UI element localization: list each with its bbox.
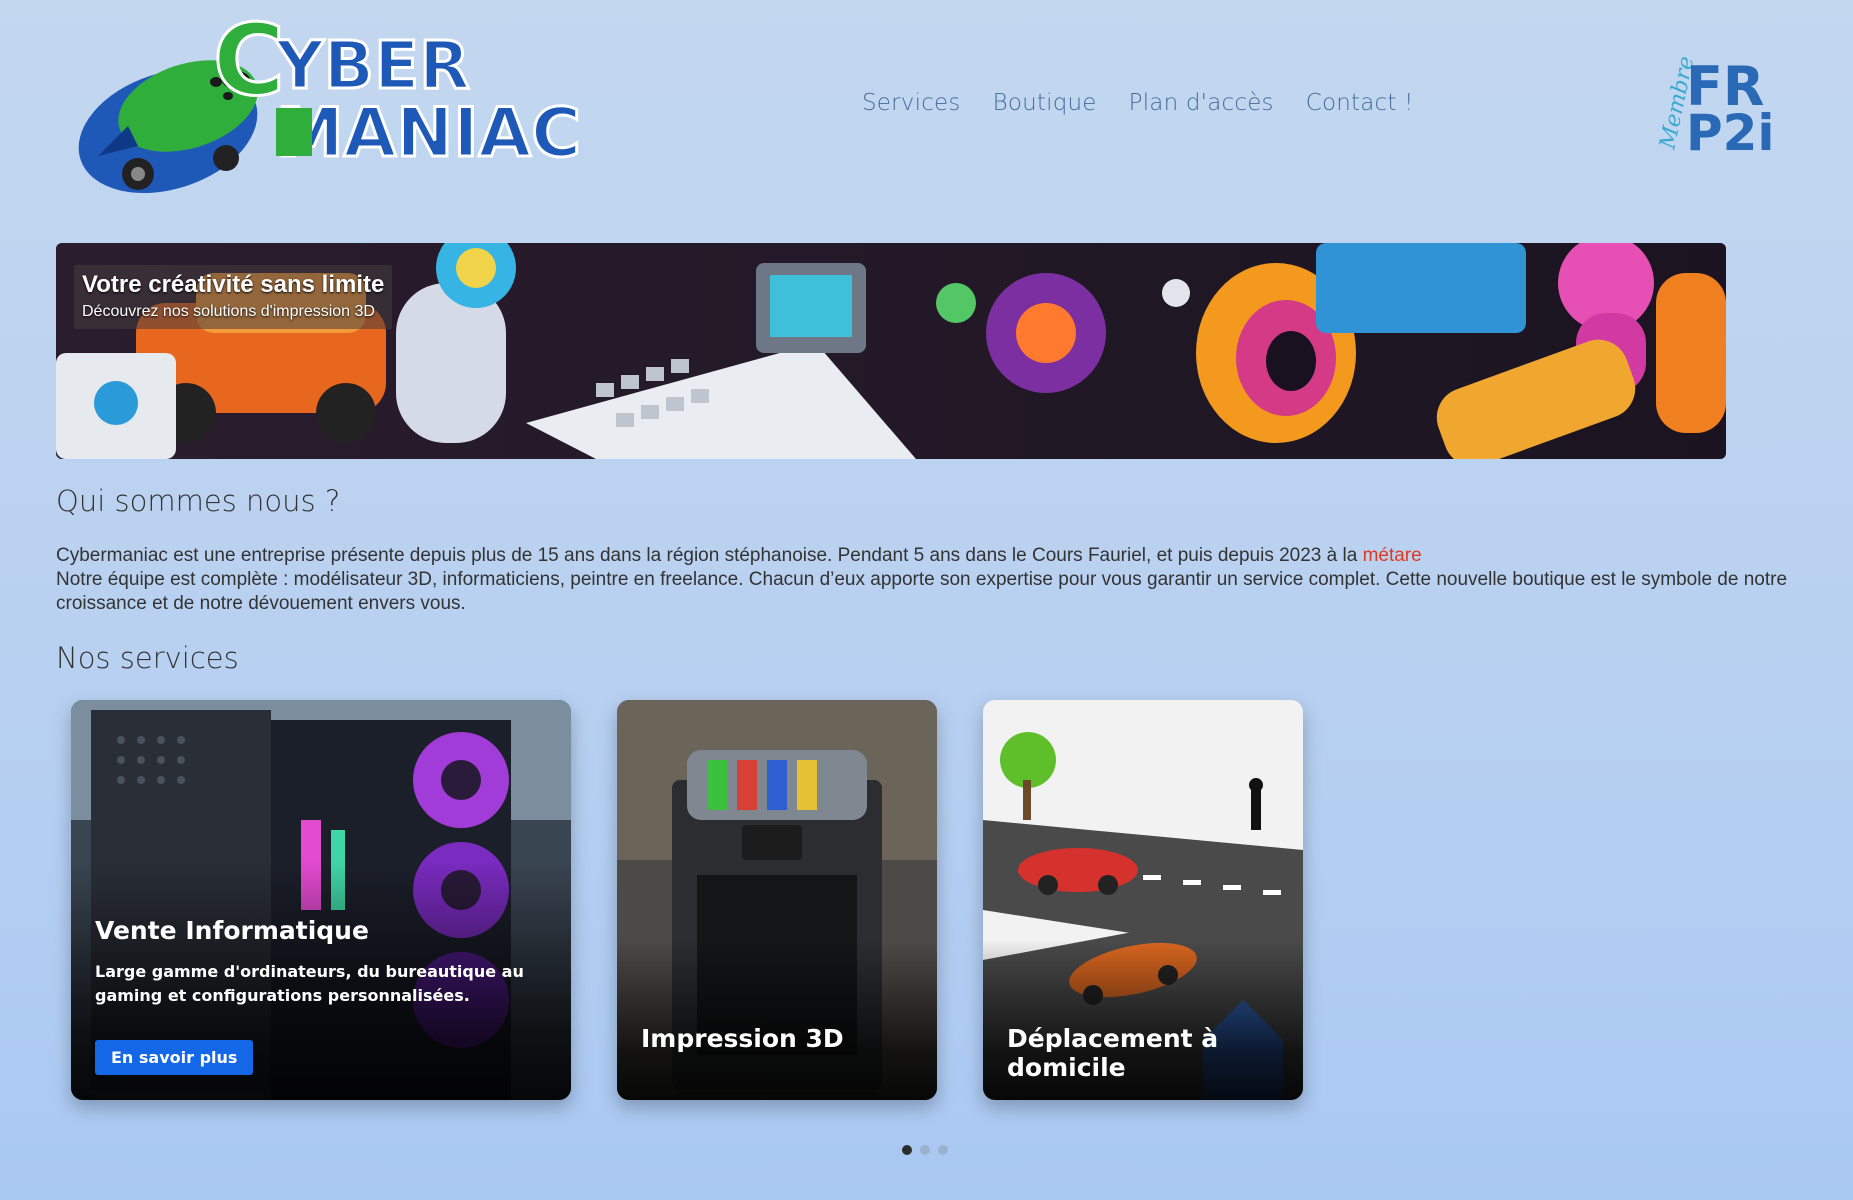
card-title: Vente Informatique xyxy=(95,916,369,945)
service-card-deplacement-domicile[interactable]: Déplacement à domicile xyxy=(983,700,1303,1100)
service-card-vente-informatique[interactable]: Vente Informatique Large gamme d'ordinat… xyxy=(71,700,571,1100)
services-heading: Nos services xyxy=(56,641,239,675)
site-logo[interactable]: C YBER MANIAC xyxy=(58,3,618,206)
card-description: Large gamme d'ordinateurs, du bureautiqu… xyxy=(95,962,524,1005)
carousel-dot-2[interactable] xyxy=(920,1145,930,1155)
carousel-dot-1[interactable] xyxy=(902,1145,912,1155)
nav-services[interactable]: Services xyxy=(862,90,961,116)
carousel-pagination xyxy=(902,1145,948,1155)
learn-more-button[interactable]: En savoir plus xyxy=(95,1040,254,1075)
badge-p2i-text: P2i xyxy=(1686,104,1775,160)
card-shade xyxy=(617,940,937,1100)
card-title: Déplacement à domicile xyxy=(1007,1024,1219,1082)
carousel-dot-3[interactable] xyxy=(938,1145,948,1155)
hero-caption: Votre créativité sans limite Découvrez n… xyxy=(74,265,393,329)
card-title: Impression 3D xyxy=(641,1024,844,1053)
hero-banner[interactable]: Votre créativité sans limite Découvrez n… xyxy=(56,243,1726,459)
about-metare-link[interactable]: métare xyxy=(1363,545,1422,566)
about-paragraph-1: Cybermaniac est une entreprise présente … xyxy=(56,544,1796,568)
about-paragraph-2: Notre équipe est complète : modélisateur… xyxy=(56,569,1788,614)
logo-maniac-text: MANIAC xyxy=(276,94,581,173)
logo-c-letter: C xyxy=(213,6,285,118)
logo-yber-text: YBER xyxy=(275,27,470,104)
hero-title: Votre créativité sans limite xyxy=(82,271,385,298)
about-heading: Qui sommes nous ? xyxy=(56,484,341,518)
nav-boutique[interactable]: Boutique xyxy=(993,90,1097,116)
about-line-1: Cybermaniac est une entreprise présente … xyxy=(56,545,1363,566)
nav-contact[interactable]: Contact ! xyxy=(1306,90,1414,116)
nav-plan-acces[interactable]: Plan d'accès xyxy=(1129,90,1274,116)
fr2i-member-badge[interactable]: Membre FR P2i xyxy=(1652,50,1782,162)
main-nav: Services Boutique Plan d'accès Contact ! xyxy=(862,90,1414,116)
hero-subtitle: Découvrez nos solutions d'impression 3D xyxy=(82,303,375,320)
service-card-impression-3d[interactable]: Impression 3D xyxy=(617,700,937,1100)
logo-graphic: C YBER MANIAC xyxy=(78,3,583,194)
about-text: Cybermaniac est une entreprise présente … xyxy=(56,544,1796,616)
